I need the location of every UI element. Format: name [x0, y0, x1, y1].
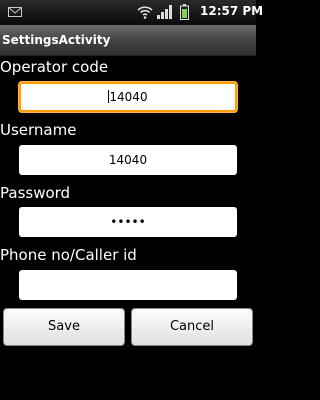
username-value: 14040 — [108, 153, 148, 167]
password-label: Password — [0, 184, 71, 202]
status-bar: 12:57 PM — [0, 0, 263, 25]
username-label: Username — [0, 121, 77, 139]
status-time: 12:57 PM — [200, 4, 264, 18]
password-field[interactable]: ••••• — [19, 207, 237, 237]
cancel-button[interactable]: Cancel — [131, 308, 253, 346]
signal-icon — [157, 5, 172, 19]
wifi-icon — [137, 6, 153, 19]
title-bar: SettingsActivity — [0, 25, 256, 56]
phone-label: Phone no/Caller id — [0, 246, 137, 264]
password-value: ••••• — [110, 215, 146, 229]
save-button[interactable]: Save — [3, 308, 125, 346]
operator-code-value: 14040 — [109, 90, 148, 104]
battery-icon — [180, 4, 189, 20]
operator-code-field[interactable]: 14040 — [19, 82, 237, 112]
page-title: SettingsActivity — [2, 33, 111, 47]
mail-icon — [8, 7, 22, 17]
operator-code-label: Operator code — [0, 58, 109, 76]
phone-field[interactable] — [19, 270, 237, 300]
username-field[interactable]: 14040 — [19, 145, 237, 175]
